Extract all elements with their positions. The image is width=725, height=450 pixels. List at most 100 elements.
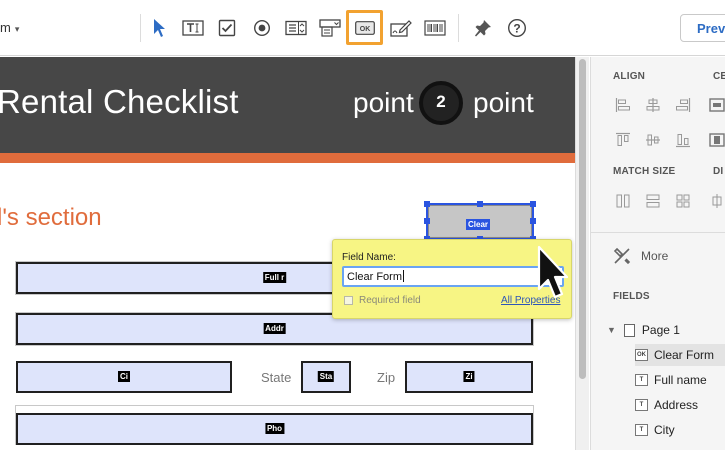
clear-button-tag: Clear (466, 219, 491, 230)
match-size-header: MATCH SIZE (613, 166, 676, 177)
field-tag: Zi (463, 371, 475, 382)
align-header: ALIGN (613, 71, 646, 82)
toolbar-divider (140, 14, 141, 42)
scrollbar-thumb[interactable] (579, 59, 586, 379)
page-label: Page 1 (641, 323, 680, 337)
button-tool[interactable]: OK (346, 10, 383, 45)
resize-handle[interactable] (424, 218, 430, 224)
arrow-pointer-icon (154, 19, 165, 37)
field-name-value: Clear Form (347, 271, 403, 283)
field-tag: Addr (263, 323, 286, 334)
zip-field[interactable]: Zi (405, 361, 533, 393)
center-horizontal-icon[interactable] (709, 97, 725, 113)
state-label: State (261, 370, 292, 385)
pin-tool[interactable] (470, 15, 496, 41)
logo-number: 2 (436, 92, 446, 111)
pin-icon (475, 20, 491, 37)
ok-button-icon: OK (354, 20, 375, 35)
more-button[interactable]: More (613, 247, 668, 265)
field-name-label: Field Name: (342, 252, 396, 263)
mouse-cursor-icon (537, 245, 569, 299)
match-width-icon[interactable] (615, 193, 631, 209)
point2point-logo: point 2 point (353, 79, 538, 129)
align-middle-icon[interactable] (645, 132, 661, 148)
dropdown-icon (319, 19, 341, 37)
triangle-down-icon[interactable]: ▼ (607, 325, 616, 335)
tree-field-label: Full name (654, 373, 707, 387)
button-field-icon: OK (635, 349, 648, 361)
form-toolbar: m▾ OK ? Previ (0, 0, 725, 56)
resize-handle[interactable] (530, 201, 536, 207)
more-label: More (641, 249, 669, 263)
text-field-icon (182, 20, 204, 36)
align-right-icon[interactable] (675, 97, 691, 113)
distribute-header: DI (713, 166, 724, 177)
accent-stripe (0, 153, 575, 163)
chevron-down-icon: ▾ (14, 24, 20, 34)
required-field-label: Required field (359, 295, 421, 306)
tools-icon (613, 247, 631, 265)
tree-page-item[interactable]: ▼ Page 1 (607, 319, 725, 341)
center-header: CE (713, 71, 725, 82)
help-tool[interactable]: ? (504, 15, 530, 41)
zip-label: Zip (377, 370, 396, 385)
phone-field[interactable]: Pho (16, 413, 533, 445)
required-field-option[interactable]: Required field (344, 295, 421, 306)
text-field-icon: T (635, 374, 648, 386)
field-name-input[interactable]: Clear Form (342, 266, 564, 287)
align-bottom-icon[interactable] (675, 132, 691, 148)
barcode-tool[interactable] (422, 15, 448, 41)
page-icon (623, 323, 635, 337)
radio-button-tool[interactable] (249, 15, 275, 41)
resize-handle[interactable] (477, 201, 483, 207)
resize-handle[interactable] (530, 218, 536, 224)
svg-text:?: ? (513, 22, 520, 36)
logo-text-right: point (473, 87, 534, 118)
barcode-icon (424, 20, 446, 36)
preview-button-label: Previ (697, 21, 725, 36)
signature-icon (390, 20, 412, 37)
help-icon: ? (507, 18, 527, 38)
text-field-icon: T (635, 399, 648, 411)
distribute-icon[interactable] (709, 193, 725, 209)
tree-field-label: Address (654, 398, 699, 412)
match-height-icon[interactable] (645, 193, 661, 209)
right-properties-panel: ALIGN CE MATCH SIZE DI More FIELDS ▼ Pag… (590, 57, 725, 450)
center-vertical-icon[interactable] (709, 132, 725, 148)
match-both-icon[interactable] (675, 193, 691, 209)
form-menu[interactable]: m ▾ (0, 20, 19, 35)
list-box-icon (285, 20, 307, 36)
field-tag: Full r (262, 272, 287, 283)
panel-divider (591, 232, 725, 233)
field-tag: Sta (317, 371, 335, 382)
field-tag: Pho (264, 423, 285, 434)
select-tool[interactable] (146, 15, 172, 41)
header-banner: Rental Checklist point 2 point (0, 57, 575, 153)
field-tag: Ci (118, 371, 130, 382)
text-field-tool[interactable] (180, 15, 206, 41)
preview-button[interactable]: Previ (680, 14, 725, 42)
svg-text:OK: OK (359, 26, 370, 33)
tree-field-item[interactable]: T Address (635, 394, 725, 416)
document-title: Rental Checklist (0, 83, 239, 120)
form-menu-label: m (0, 20, 11, 35)
text-caret (403, 270, 405, 282)
align-left-icon[interactable] (615, 97, 631, 113)
tree-field-item[interactable]: T City (635, 419, 725, 441)
align-center-icon[interactable] (645, 97, 661, 113)
signature-tool[interactable] (388, 15, 414, 41)
checkbox-icon (218, 19, 236, 37)
document-scrollbar[interactable] (575, 57, 589, 450)
align-top-icon[interactable] (615, 132, 631, 148)
tree-field-item[interactable]: T Full name (635, 369, 725, 391)
fields-header: FIELDS (613, 291, 650, 302)
logo-text-left: point (353, 87, 414, 118)
dropdown-tool[interactable] (317, 15, 343, 41)
required-field-checkbox[interactable] (344, 296, 353, 305)
city-field[interactable]: Ci (16, 361, 232, 393)
resize-handle[interactable] (424, 201, 430, 207)
list-box-tool[interactable] (283, 15, 309, 41)
state-field[interactable]: Sta (301, 361, 351, 393)
checkbox-tool[interactable] (214, 15, 240, 41)
tree-field-item[interactable]: OK Clear Form (635, 344, 725, 366)
